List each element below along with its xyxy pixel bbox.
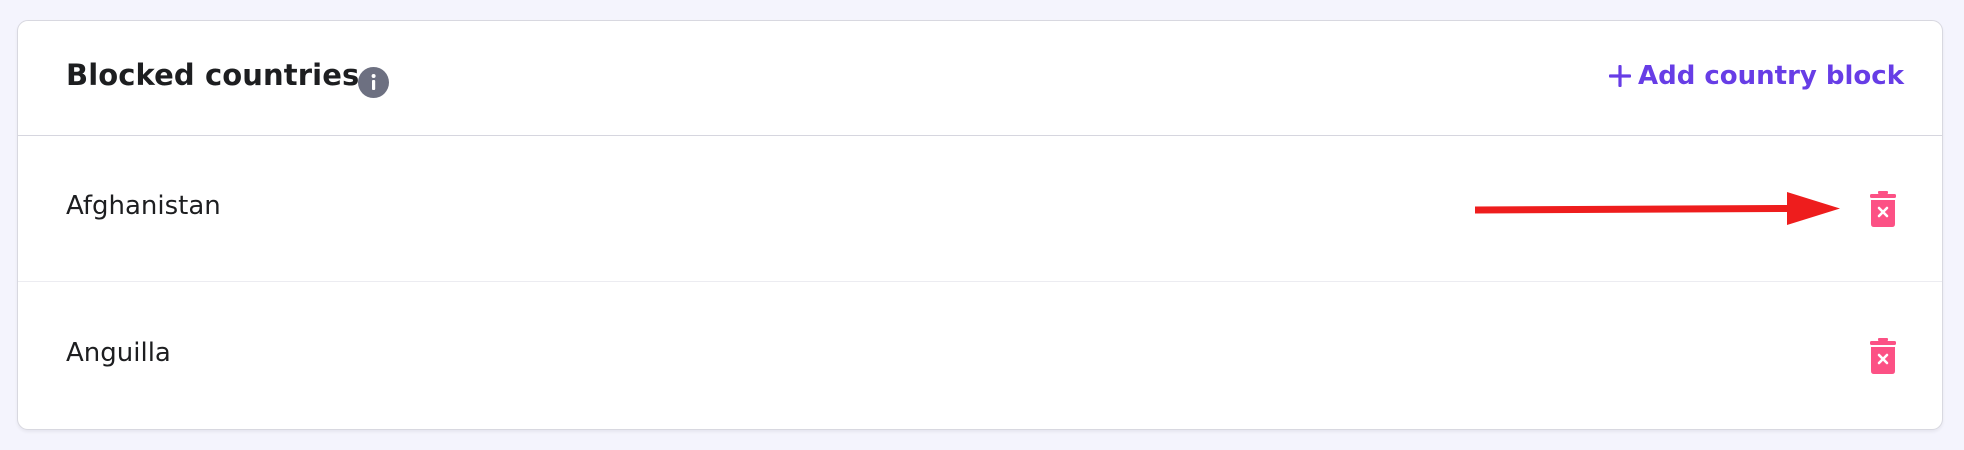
trash-icon[interactable] [1868, 337, 1898, 375]
add-country-block-label: Add country block [1637, 61, 1904, 91]
country-name: Afghanistan [66, 191, 221, 221]
country-row: Anguilla [18, 283, 1942, 429]
plus-icon [1608, 65, 1631, 87]
add-country-block-button[interactable]: Add country block [1608, 63, 1904, 89]
blocked-countries-card: Blocked countries Add country block Afgh… [17, 20, 1943, 430]
trash-icon[interactable] [1868, 190, 1898, 228]
country-name: Anguilla [66, 338, 171, 368]
country-row: Afghanistan [18, 136, 1942, 282]
section-title: Blocked countries [66, 58, 360, 92]
info-icon[interactable] [358, 67, 389, 98]
card-header: Blocked countries Add country block [18, 21, 1942, 136]
